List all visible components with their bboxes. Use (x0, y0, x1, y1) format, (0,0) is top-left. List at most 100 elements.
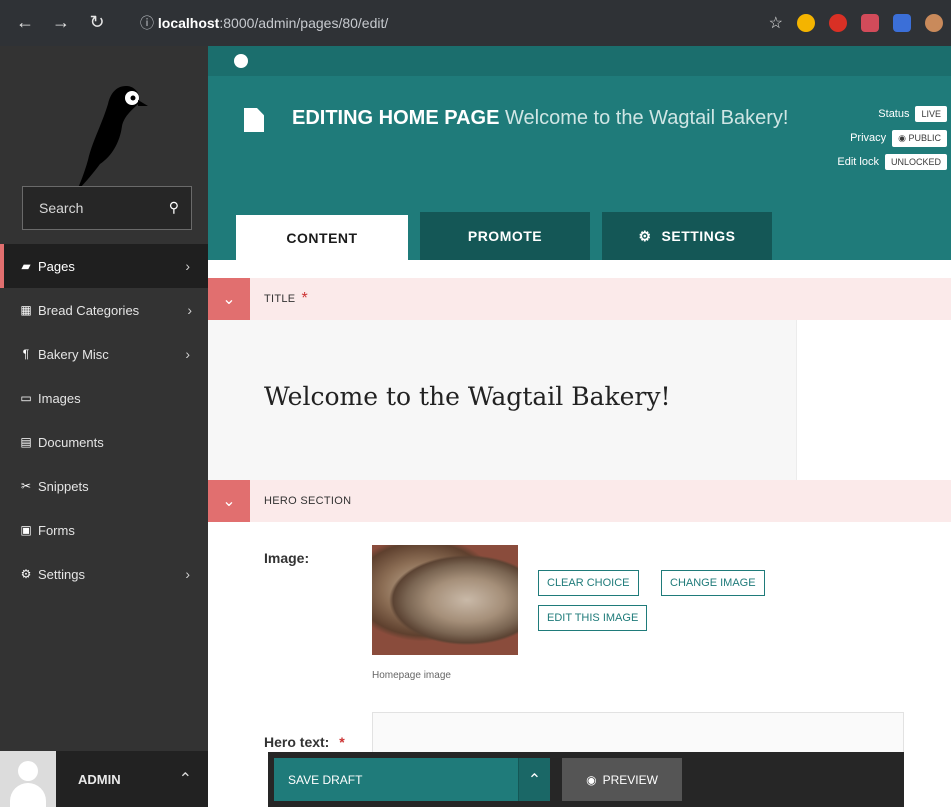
page-header: EDITING HOME PAGE Welcome to the Wagtail… (208, 46, 951, 260)
sidebar-item-label: Bread Categories (38, 302, 140, 318)
edit-lock-label: Edit lock (837, 156, 879, 168)
hero-image-thumbnail[interactable] (372, 545, 518, 655)
hero-text-label: Hero text: * (264, 734, 345, 750)
sidebar-item-label: Documents (38, 434, 104, 450)
page-title-prefix: EDITING HOME PAGE (292, 107, 500, 129)
url-path: :8000/admin/pages/80/edit/ (219, 15, 389, 31)
gear-icon: ⚙ (638, 227, 652, 244)
extension-icon-1[interactable] (797, 14, 815, 32)
edit-image-button[interactable]: EDIT THIS IMAGE (538, 605, 648, 631)
extension-icon-2[interactable] (829, 14, 847, 32)
globe-icon[interactable] (234, 54, 248, 68)
image-label: Image: (264, 550, 310, 566)
document-icon: ▤ (20, 435, 32, 449)
reload-icon[interactable]: ↻ (86, 11, 108, 33)
sidebar-item-bread-categories[interactable]: ▦ Bread Categories › (0, 288, 208, 332)
section-label: TITLE (264, 293, 296, 305)
form-icon: ▣ (20, 523, 32, 537)
privacy-badge[interactable]: ◉ PUBLIC (892, 129, 947, 147)
sidebar-item-label: Images (38, 390, 81, 406)
chevron-down-icon[interactable]: ⌄ (208, 278, 250, 320)
extension-icon-3[interactable] (861, 14, 879, 32)
main-menu: ▰ Pages › ▦ Bread Categories › ¶ Bakery … (0, 244, 208, 596)
main-content: ⌄ TITLE * Welcome to the Wagtail Bakery!… (208, 260, 951, 807)
tab-promote[interactable]: PROMOTE (420, 212, 590, 260)
hero-section-header[interactable]: ⌄ HERO SECTION (208, 480, 951, 522)
help-panel (796, 320, 951, 480)
tab-content[interactable]: CONTENT (236, 212, 408, 260)
change-image-button[interactable]: CHANGE IMAGE (661, 570, 765, 596)
sidebar-item-pages[interactable]: ▰ Pages › (0, 244, 208, 288)
title-input[interactable]: Welcome to the Wagtail Bakery! (264, 382, 671, 411)
sidebar-item-images[interactable]: ▭ Images (0, 376, 208, 420)
title-section-header[interactable]: ⌄ TITLE * (208, 278, 951, 320)
profile-avatar-icon[interactable] (925, 14, 943, 32)
search-placeholder: Search (39, 200, 84, 216)
save-draft-button[interactable]: SAVE DRAFT (274, 758, 518, 801)
tab-bar: CONTENT PROMOTE ⚙ SETTINGS (236, 212, 772, 260)
tab-label: PROMOTE (467, 228, 543, 244)
chevron-right-icon: › (185, 258, 190, 274)
account-menu[interactable]: ADMIN ⌃ (0, 751, 208, 807)
privacy-label: Privacy (850, 132, 887, 144)
chevron-right-icon: › (185, 566, 190, 582)
sidebar-item-snippets[interactable]: ✂ Snippets (0, 464, 208, 508)
edit-lock-badge[interactable]: UNLOCKED (884, 154, 947, 170)
privacy-value: PUBLIC (908, 132, 941, 143)
info-icon: ⓘ (140, 15, 154, 31)
avatar (0, 751, 56, 807)
sidebar-item-bakery-misc[interactable]: ¶ Bakery Misc › (0, 332, 208, 376)
chevron-up-icon[interactable]: ⌃ (179, 769, 192, 789)
page-title-name: Welcome to the Wagtail Bakery! (504, 107, 789, 129)
title-field[interactable]: Welcome to the Wagtail Bakery! (208, 320, 796, 480)
url-host: localhost (157, 15, 220, 31)
chevron-up-icon[interactable]: ⌃ (518, 758, 550, 801)
extension-icon-4[interactable] (893, 14, 911, 32)
chevron-down-icon[interactable]: ⌄ (208, 480, 250, 522)
sidebar-item-label: Pages (38, 258, 75, 274)
sidebar-item-label: Forms (38, 522, 75, 538)
preview-button[interactable]: ◉ PREVIEW (562, 758, 682, 801)
section-label: HERO SECTION (264, 495, 352, 507)
clear-choice-button[interactable]: CLEAR CHOICE (538, 570, 639, 596)
forward-arrow-icon[interactable]: → (50, 11, 72, 33)
account-name: ADMIN (78, 771, 121, 787)
page-meta: Status LIVE Privacy ◉ PUBLIC Edit lock U… (797, 102, 947, 174)
search-input[interactable]: Search ⚲ (22, 186, 192, 230)
browser-toolbar: ← → ↻ ⓘ localhost:8000/admin/pages/80/ed… (0, 0, 951, 46)
chevron-right-icon: › (185, 346, 190, 362)
back-arrow-icon[interactable]: ← (14, 11, 36, 33)
sidebar-item-forms[interactable]: ▣ Forms (0, 508, 208, 552)
hero-text-label-text: Hero text: (264, 734, 330, 750)
eye-icon: ◉ (586, 772, 597, 787)
eye-icon: ◉ (898, 132, 909, 143)
breadcrumb (208, 46, 951, 76)
chevron-right-icon: › (187, 302, 192, 318)
utensils-icon: ¶ (22, 347, 30, 361)
tab-label: SETTINGS (661, 228, 736, 244)
tab-label: CONTENT (286, 229, 358, 246)
sidebar: Search ⚲ ▰ Pages › ▦ Bread Categories › … (0, 46, 208, 807)
folder-icon: ▰ (21, 259, 31, 273)
sidebar-item-documents[interactable]: ▤ Documents (0, 420, 208, 464)
footer-action-bar: SAVE DRAFT ⌃ ◉ PREVIEW (268, 752, 904, 807)
required-marker: * (301, 290, 308, 307)
required-marker: * (339, 734, 345, 750)
sidebar-item-label: Settings (38, 566, 85, 582)
cogs-icon: ⚙ (20, 567, 32, 581)
sidebar-item-label: Snippets (38, 478, 89, 494)
star-icon[interactable]: ☆ (769, 13, 783, 33)
search-icon[interactable]: ⚲ (169, 199, 179, 216)
sidebar-item-label: Bakery Misc (38, 346, 109, 362)
image-icon: ▭ (20, 391, 32, 405)
snippet-icon: ✂ (20, 479, 32, 493)
extensions-area: ☆ (769, 12, 943, 34)
preview-label: PREVIEW (602, 772, 658, 787)
status-label: Status (878, 108, 910, 120)
tab-settings[interactable]: ⚙ SETTINGS (602, 212, 772, 260)
sidebar-item-settings[interactable]: ⚙ Settings › (0, 552, 208, 596)
status-badge[interactable]: LIVE (915, 106, 947, 122)
page-title: EDITING HOME PAGE Welcome to the Wagtail… (242, 104, 802, 132)
briefcase-icon: ▦ (20, 303, 32, 317)
address-bar[interactable]: ⓘ localhost:8000/admin/pages/80/edit/ (140, 8, 680, 38)
